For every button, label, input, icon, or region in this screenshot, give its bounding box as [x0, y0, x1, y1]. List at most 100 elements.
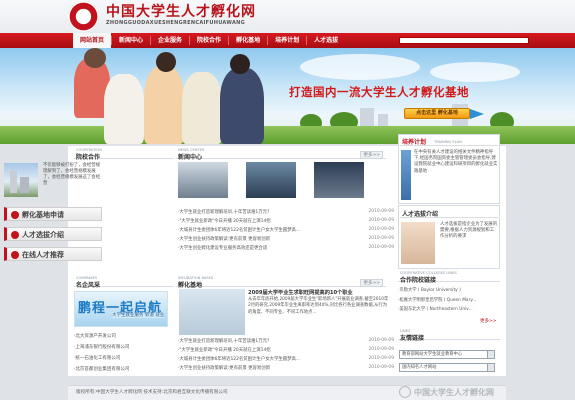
student-head: [84, 48, 106, 68]
college-link[interactable]: ·贝勒大学 ( Baylor University ): [398, 285, 500, 295]
incubation-item-title[interactable]: ·大城县计生委团体6年将近122名贫困计生户女大学生圆梦高...: [178, 356, 354, 362]
incubation-item-title[interactable]: ·大学生就业打造新理解培训,十年苦读难1万元?: [178, 338, 354, 344]
news-photo[interactable]: [178, 162, 228, 198]
news-item[interactable]: ·大城县计生委团体6年将近122名贫困计生户女大学生圆梦高... 2010-09-…: [178, 225, 394, 234]
links-select-education[interactable]: 教育部网站大学生就业教育中心: [399, 350, 495, 359]
company-link[interactable]: ·北京首都创业集团有限公司: [74, 363, 176, 374]
nav-item-enterprise[interactable]: 企业服务: [151, 33, 189, 48]
college-link[interactable]: ·美国东北大学 ( Northeastern Univ...: [398, 304, 500, 314]
nav-item-plan[interactable]: 培养计划: [268, 33, 306, 48]
footer-logo-text: 中国大学生人才孵化网: [414, 387, 494, 397]
footer-copyright: 版权所有:中国大学生人才孵化网 技术支持:北京和君互联文化传播有限公司: [76, 390, 228, 395]
college-name[interactable]: ·松嘉大学明那皇后学院 ( Queen Mary...: [398, 297, 498, 303]
logo-seal-icon[interactable]: [68, 1, 99, 32]
site-header: 中国大学生人才孵化网 ZHONGGUODAXUESHENGRENCAIFUHUA…: [0, 0, 575, 33]
college-name[interactable]: ·贝勒大学 ( Baylor University ): [398, 287, 498, 293]
incubation-item-title[interactable]: ·"大学生就业新政"今日开播 20天就在上演14招: [178, 347, 354, 353]
company-name[interactable]: ·上海浦东银行股份有限公司: [74, 344, 129, 350]
building-decoration: [20, 177, 29, 193]
news-date: 2010-09-09: [368, 218, 394, 223]
colleges-more-link[interactable]: 更多>>: [478, 318, 499, 324]
news-title[interactable]: ·"大学生就业新政"今日开播 20天就在上演14招: [178, 218, 354, 224]
student-figure: [220, 68, 264, 144]
incubation-item[interactable]: ·"大学生就业新政"今日开播 20天就在上演14招 2010-09-09: [178, 345, 394, 354]
talent-photo[interactable]: [401, 222, 435, 264]
news-date: 2010-09-09: [368, 209, 394, 214]
news-title[interactable]: ·大学生就业打造新理解培训,十年苦读难1万元?: [178, 209, 354, 215]
arrow-right-icon: [470, 109, 484, 119]
incubation-item[interactable]: ·大学生就业打造新理解培训,十年苦读难1万元? 2010-09-09: [178, 336, 394, 345]
student-figure: [144, 66, 184, 144]
links-select-talent[interactable]: 国内知名人才网站: [399, 363, 495, 372]
incubation-item[interactable]: ·大学生创业扶持政策解读:更有前景 更容易创新 2010-09-09: [178, 363, 394, 372]
companies-header: COMPANIES 名企风采: [74, 276, 174, 289]
news-title[interactable]: ·大学生创业扶持政策解读:更有前景 更容易创新: [178, 236, 354, 242]
nav-item-home[interactable]: 网站首页: [73, 33, 112, 48]
news-list: ·大学生就业打造新理解培训,十年苦读难1万元? 2010-09-09 ·"大学生就…: [178, 207, 394, 252]
select-value: 教育部网站大学生就业教育中心: [402, 352, 463, 357]
cloud-decoration: [430, 62, 520, 82]
online-recommend-button[interactable]: 在线人才推荐: [4, 247, 102, 261]
incubation-photo[interactable]: [179, 289, 245, 335]
news-date: 2010-09-09: [368, 236, 394, 241]
incubation-item-date: 2010-09-09: [368, 365, 394, 370]
incubation-article-title[interactable]: 2009届大学毕业生求职旺网提高的10个职业: [248, 289, 353, 296]
company-link[interactable]: ·上海浦东银行股份有限公司: [74, 341, 176, 352]
company-name[interactable]: ·北大资源产开发公司: [74, 333, 116, 339]
incubation-more-link[interactable]: 更多>>: [360, 279, 383, 287]
cooperation-image[interactable]: [4, 163, 38, 197]
news-item[interactable]: ·大学生就业打造新理解培训,十年苦读难1万元? 2010-09-09: [178, 207, 394, 216]
incubation-article-body: 从去年年底开始,2009届大学毕业生"职场新人"开展就业调查,截至2010年2月…: [248, 297, 389, 315]
company-link[interactable]: ·统一石油化工有限公司: [74, 352, 176, 363]
news-photo[interactable]: [246, 162, 296, 198]
talent-text: 人才选拔是指企业为了发展的需要,根据人力资源规划和工作分析的要求: [440, 222, 498, 240]
incubation-apply-button[interactable]: 孵化基地申请: [4, 207, 102, 221]
company-link[interactable]: ·北大资源产开发公司: [74, 330, 176, 341]
nav-item-colleges[interactable]: 院校合作: [190, 33, 228, 48]
section-en-label: TRAINING PLAN: [434, 140, 462, 144]
banner-slogan: 打造国内一流大学生人才孵化基地: [289, 85, 469, 99]
section-title: 孵化基地: [178, 282, 203, 289]
incubation-list: ·大学生就业打造新理解培训,十年苦读难1万元? 2010-09-09 ·"大学生就…: [178, 336, 394, 372]
section-title: 院校合作: [76, 154, 101, 161]
college-link[interactable]: ·松嘉大学明那皇后学院 ( Queen Mary...: [398, 295, 500, 305]
links-header: LINKS 友情链接: [398, 329, 500, 342]
select-value: 国内知名人才网站: [402, 365, 437, 370]
site-title[interactable]: 中国大学生人才孵化网: [106, 1, 256, 21]
company-name[interactable]: ·统一石油化工有限公司: [74, 355, 120, 361]
section-title: 新闻中心: [178, 154, 203, 161]
student-figure: [104, 74, 144, 144]
news-title[interactable]: ·大学生创业孵化建设专业服务高效还是更合适: [178, 245, 354, 251]
students-photo: [70, 48, 280, 144]
nav-item-talent[interactable]: 人才选拔: [307, 33, 345, 48]
college-name[interactable]: ·美国东北大学 ( Northeastern Univ...: [398, 306, 498, 312]
news-date: 2010-09-09: [368, 227, 394, 232]
plan-header: 培养计划 TRAINING PLAN: [400, 135, 498, 146]
talent-header: 人才选拔介绍: [400, 207, 498, 218]
student-head: [230, 54, 250, 74]
section-title: 培养计划: [402, 139, 427, 146]
circle-icon: [11, 250, 19, 259]
search-input[interactable]: [399, 37, 529, 44]
footer-logo-icon: [399, 386, 411, 398]
nav-item-news[interactable]: 新闻中心: [112, 33, 150, 48]
incubation-item-title[interactable]: ·大学生创业扶持政策解读:更有前景 更容易创新: [178, 365, 354, 371]
news-photo[interactable]: [314, 162, 364, 198]
incubation-cta-button[interactable]: 点击这里 孵化基地: [404, 108, 470, 119]
news-more-link[interactable]: 更多>>: [360, 151, 383, 159]
plan-image: [401, 150, 411, 200]
news-title[interactable]: ·大城县计生委团体6年将近122名贫困计生户女大学生圆梦高...: [178, 227, 354, 233]
hero-banner: 打造国内一流大学生人才孵化基地 点击这里 孵化基地: [0, 48, 575, 144]
news-item[interactable]: ·大学生创业扶持政策解读:更有前景 更容易创新 2010-09-09: [178, 234, 394, 243]
news-item[interactable]: ·"大学生就业新政"今日开播 20天就在上演14招 2010-09-09: [178, 216, 394, 225]
company-name[interactable]: ·北京首都创业集团有限公司: [74, 366, 129, 372]
news-item[interactable]: ·大学生创业孵化建设专业服务高效还是更合适 2010-09-09: [178, 243, 394, 252]
ad-subtitle: 大学生就业服务 新道 就业: [112, 312, 165, 318]
incubation-item[interactable]: ·大城县计生委团体6年将近122名贫困计生户女大学生圆梦高... 2010-09-…: [178, 354, 394, 363]
circle-icon: [11, 230, 19, 239]
nav-item-incubation[interactable]: 孵化基地: [229, 33, 267, 48]
chevron-down-icon: [487, 351, 494, 358]
plan-text: 在中央有关人才建设的相关文件精神指导下,经国务院国资委主管管理委员会指导,建设我…: [414, 150, 498, 174]
cooperation-header: COOPERATION 院校合作: [74, 148, 174, 161]
talent-selection-button[interactable]: 人才选拔介绍: [4, 227, 102, 241]
